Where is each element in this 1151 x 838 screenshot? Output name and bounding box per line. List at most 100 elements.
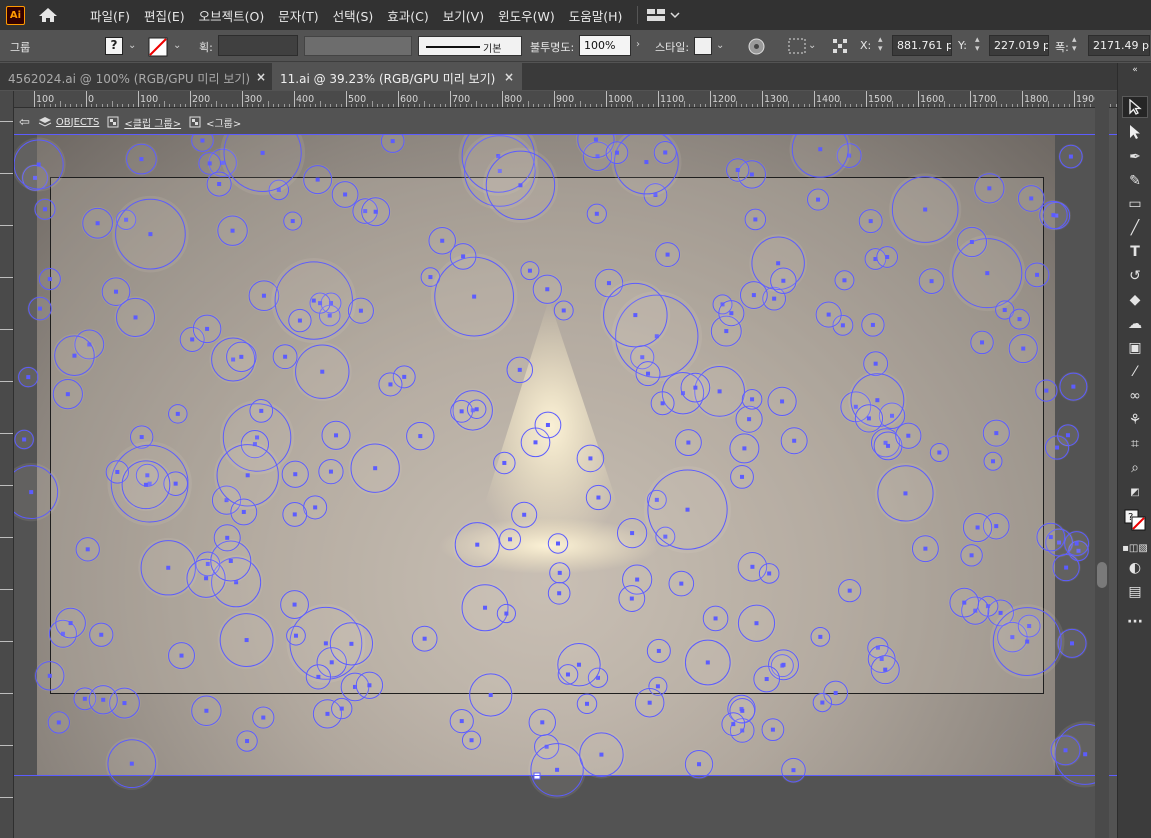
width-input[interactable]: 2171.49 px (1088, 35, 1150, 56)
tab-document-2[interactable]: 11.ai @ 39.23% (RGB/GPU 미리 보기) (272, 63, 522, 90)
vertical-scrollbar[interactable] (1095, 91, 1109, 838)
anchor-point (1063, 748, 1068, 753)
anchor-point (504, 611, 509, 616)
anchor-point (576, 662, 581, 667)
anchor-point (225, 535, 230, 540)
ruler-minor-tick (429, 104, 431, 107)
scrollbar-thumb[interactable] (1097, 562, 1107, 588)
menu-file[interactable]: 파일(F) (83, 6, 137, 25)
anchor-point (545, 287, 550, 292)
gradient-icon[interactable]: ▣ (1122, 337, 1148, 359)
brush-definition[interactable]: 기본 (418, 36, 522, 56)
ruler-minor-tick (850, 104, 852, 107)
anchor-point (204, 708, 209, 713)
anchor-point (764, 677, 769, 682)
ruler-minor-tick (164, 101, 165, 107)
type-icon[interactable]: T (1122, 241, 1148, 263)
menu-view[interactable]: 보기(V) (436, 6, 491, 25)
anchor-point (655, 684, 660, 689)
y-input[interactable]: 227.019 px (989, 35, 1049, 56)
default-colors-icon[interactable]: ◩ (1122, 481, 1148, 503)
selection-tool-icon[interactable] (1122, 96, 1148, 118)
horizontal-ruler[interactable]: 100 0 100 200 300 400 500 600 700 800 900 1000 1100 1… (14, 91, 1117, 108)
workspace-switcher-icon[interactable] (646, 8, 682, 22)
anchor-point (244, 638, 249, 643)
draw-mode-icon[interactable]: ◐ (1122, 557, 1148, 579)
color-mode-icon[interactable]: ▪◫▧ (1122, 537, 1148, 559)
selected-bokeh-group[interactable] (14, 134, 1104, 838)
ruler-tick (1022, 91, 1023, 107)
vertical-ruler[interactable] (0, 91, 14, 838)
menu-object[interactable]: 오브젝트(O) (192, 6, 272, 25)
opacity-input[interactable]: 100% (579, 35, 631, 56)
eraser-icon[interactable]: ◆ (1122, 289, 1148, 311)
stepper-icon[interactable]: ▴ ▾ (1072, 36, 1077, 54)
stroke-none-icon[interactable] (148, 37, 168, 57)
fill-none-icon[interactable]: ? (105, 37, 123, 55)
chevron-down-icon[interactable]: ⌄ (716, 40, 724, 51)
close-icon[interactable]: × (504, 70, 514, 84)
menu-effect[interactable]: 효과(C) (380, 6, 435, 25)
breadcrumb-layer[interactable]: OBJECTS (56, 117, 99, 128)
ruler-minor-tick (455, 104, 457, 107)
anchor-point (373, 209, 378, 214)
ruler-minor-tick (975, 104, 977, 107)
rectangle-icon[interactable]: ▭ (1122, 193, 1148, 215)
anchor-point (840, 323, 845, 328)
menu-help[interactable]: 도움말(H) (562, 6, 630, 25)
menu-window[interactable]: 윈도우(W) (491, 6, 562, 25)
chevron-right-icon[interactable]: › (636, 39, 640, 50)
collapse-icon[interactable]: « (1122, 65, 1148, 75)
direct-selection-icon[interactable] (1122, 121, 1148, 143)
artboard-icon[interactable]: ⌗ (1122, 433, 1148, 455)
pen-icon[interactable]: ✒ (1122, 146, 1148, 168)
chevron-down-icon[interactable]: ⌄ (173, 40, 181, 51)
back-arrow-icon[interactable]: ⇦ (19, 115, 30, 130)
menu-type[interactable]: 문자(T) (271, 6, 325, 25)
menu-select[interactable]: 선택(S) (326, 6, 381, 25)
fill-stroke-icon[interactable]: ? (1122, 509, 1148, 531)
anchor-point (717, 389, 722, 394)
paintbrush-icon[interactable]: ╱ (1122, 217, 1148, 239)
stepper-icon[interactable]: ▴ ▾ (975, 36, 980, 54)
home-icon[interactable] (37, 6, 59, 24)
bokeh-blob (190, 134, 215, 153)
transform-icon[interactable] (832, 38, 848, 54)
anchor-point (1035, 272, 1040, 277)
warp-icon[interactable]: ☁ (1122, 313, 1148, 335)
anchor-point (660, 401, 665, 406)
zoom-icon[interactable]: ⌕ (1122, 457, 1148, 479)
ruler-minor-tick (600, 104, 602, 107)
anchor-point (866, 416, 871, 421)
x-input[interactable]: 881.761 px (892, 35, 952, 56)
ruler-minor-tick (101, 104, 103, 107)
ruler-minor-tick (434, 104, 436, 107)
menu-edit[interactable]: 편집(E) (137, 6, 192, 25)
canvas[interactable] (14, 134, 1104, 838)
eyedropper-icon[interactable]: ⁄ (1122, 361, 1148, 383)
breadcrumb-clip-group[interactable]: <클립 그룹> (124, 115, 181, 130)
ruler-minor-tick (112, 101, 113, 107)
chevron-down-icon[interactable]: ⌄ (128, 40, 136, 51)
ruler-minor-tick (320, 101, 321, 107)
more-tools-icon[interactable]: ··· (1122, 611, 1148, 633)
rotate-icon[interactable]: ↺ (1122, 265, 1148, 287)
close-icon[interactable]: × (256, 70, 266, 84)
chevron-down-icon[interactable]: ⌄ (808, 40, 816, 51)
stepper-icon[interactable]: ▴ ▾ (878, 36, 883, 54)
ruler-minor-tick (1089, 104, 1091, 107)
recolor-icon[interactable] (748, 38, 765, 55)
ruler-minor-tick (424, 101, 425, 107)
screen-mode-icon[interactable]: ▤ (1122, 581, 1148, 603)
symbol-sprayer-icon[interactable]: ⚘ (1122, 409, 1148, 431)
align-icon[interactable] (788, 38, 806, 54)
ruler-minor-tick (871, 104, 873, 107)
graphic-style-swatch[interactable] (694, 37, 712, 55)
anchor-point (987, 186, 992, 191)
curvature-icon[interactable]: ✎ (1122, 170, 1148, 192)
blend-icon[interactable]: ∞ (1122, 385, 1148, 407)
tab-document-1[interactable]: 4562024.ai @ 100% (RGB/GPU 미리 보기) (0, 63, 270, 90)
anchor-point (903, 491, 908, 496)
stroke-weight-input[interactable] (218, 35, 298, 56)
variable-width-profile[interactable] (304, 36, 412, 56)
